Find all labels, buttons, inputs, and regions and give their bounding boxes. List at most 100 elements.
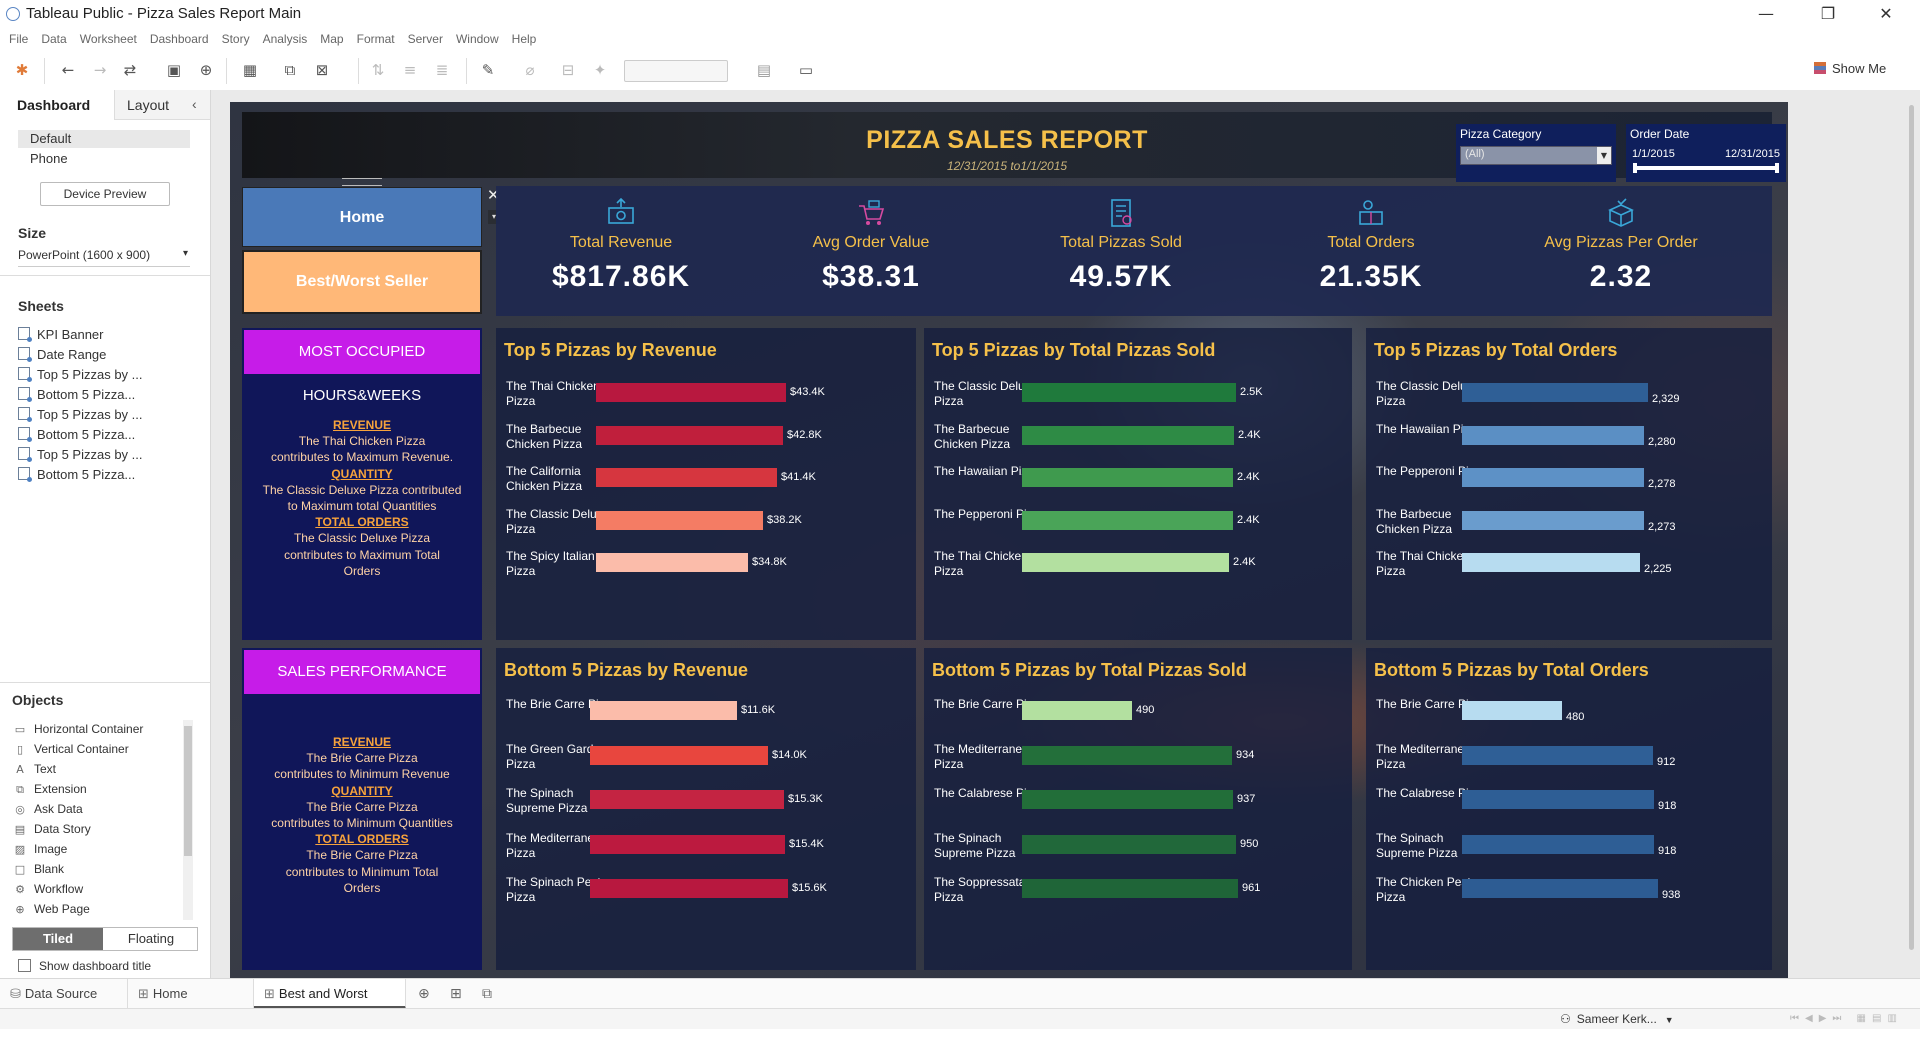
- bar[interactable]: [590, 834, 785, 854]
- date-range-slider[interactable]: [1633, 163, 1779, 173]
- bar-row[interactable]: The Pepperoni Pizza 2.4K: [924, 504, 1352, 540]
- scrollbar-thumb[interactable]: [184, 726, 192, 856]
- save-icon[interactable]: ▣: [164, 61, 184, 79]
- redo-icon[interactable]: →: [90, 61, 110, 79]
- bar-row[interactable]: The Barbecue Chicken Pizza 2,273: [1366, 504, 1772, 540]
- bar[interactable]: [1462, 745, 1653, 765]
- bar-row[interactable]: The California Chicken Pizza $41.4K: [496, 461, 916, 497]
- clear-sheet-icon[interactable]: ⊠: [312, 61, 332, 79]
- bar-row[interactable]: The Hawaiian Pizza 2.4K: [924, 461, 1352, 497]
- slider-handle-start[interactable]: [1633, 163, 1637, 173]
- bar[interactable]: [1462, 790, 1654, 809]
- bar-row[interactable]: The Calabrese Pizza 937: [924, 783, 1352, 819]
- tiled-button[interactable]: Tiled: [13, 928, 103, 950]
- bar[interactable]: [590, 701, 737, 720]
- bar-row[interactable]: The Classic Deluxe Pizza $38.2K: [496, 504, 916, 540]
- bar[interactable]: [1462, 383, 1648, 402]
- bar-row[interactable]: The Thai Chicken Pizza $43.4K: [496, 376, 916, 412]
- bar[interactable]: [1462, 425, 1644, 445]
- object-ask-data[interactable]: ◎ Ask Data: [14, 802, 83, 820]
- sheet-item[interactable]: Bottom 5 Pizza...: [18, 467, 135, 485]
- sheet-item[interactable]: Top 5 Pizzas by ...: [18, 407, 143, 425]
- bar-row[interactable]: The Calabrese Pizza 918: [1366, 783, 1772, 819]
- bar-row[interactable]: The Thai Chicken Pizza 2.4K: [924, 546, 1352, 582]
- bar[interactable]: [1022, 701, 1132, 720]
- bar[interactable]: [1462, 510, 1644, 530]
- bar[interactable]: [590, 790, 784, 809]
- bar-row[interactable]: The Spinach Supreme Pizza $15.3K: [496, 783, 916, 819]
- menu-data[interactable]: Data: [41, 32, 66, 46]
- menu-dashboard[interactable]: Dashboard: [150, 32, 209, 46]
- object-web-page[interactable]: ⊕ Web Page: [14, 902, 89, 920]
- user-menu[interactable]: ⚇ Sameer Kerk... ▼: [1560, 1012, 1674, 1026]
- menu-file[interactable]: File: [9, 32, 28, 46]
- sheet-item[interactable]: Top 5 Pizzas by ...: [18, 367, 143, 385]
- new-story-icon[interactable]: ⧉: [482, 986, 492, 1002]
- floating-button[interactable]: Floating: [105, 928, 197, 950]
- undo-icon[interactable]: ←: [58, 61, 78, 79]
- tab-home-dashboard[interactable]: ⊞Home Dashboard: [128, 979, 254, 1032]
- replace-data-icon[interactable]: ⇄: [120, 61, 140, 79]
- bar-row[interactable]: The Mediterranean Pizza $15.4K: [496, 828, 916, 864]
- bar[interactable]: [596, 383, 786, 402]
- bar[interactable]: [1022, 468, 1233, 487]
- menu-map[interactable]: Map: [320, 32, 343, 46]
- bar[interactable]: [1462, 701, 1562, 720]
- bar[interactable]: [1022, 790, 1233, 809]
- bar[interactable]: [596, 425, 783, 445]
- pin-icon[interactable]: ✦: [590, 61, 610, 79]
- best-worst-nav-button[interactable]: Best/Worst Seller: [242, 250, 482, 314]
- bar-row[interactable]: The Spinach Supreme Pizza 918: [1366, 828, 1772, 864]
- new-dashboard-icon[interactable]: ⊞: [450, 986, 462, 1002]
- slider-handle-end[interactable]: [1775, 163, 1779, 173]
- bottom5-pizzas-sold-chart[interactable]: Bottom 5 Pizzas by Total Pizzas Sold The …: [924, 648, 1352, 970]
- drag-handle[interactable]: [342, 178, 382, 186]
- menu-format[interactable]: Format: [357, 32, 395, 46]
- highlight-icon[interactable]: ✎: [478, 61, 498, 79]
- sheet-nav-icons[interactable]: ⏮◀▶⏭ ▦▤▥: [1790, 1013, 1903, 1024]
- scrollbar-thumb[interactable]: [1909, 105, 1914, 950]
- bar-row[interactable]: The Barbecue Chicken Pizza $42.8K: [496, 419, 916, 455]
- object-data-story[interactable]: ▤ Data Story: [14, 822, 91, 840]
- bar[interactable]: [1462, 834, 1654, 854]
- object-blank[interactable]: □ Blank: [14, 862, 64, 880]
- sheet-item[interactable]: Bottom 5 Pizza...: [18, 427, 135, 445]
- object-vertical-container[interactable]: ▯ Vertical Container: [14, 742, 129, 760]
- top5-revenue-chart[interactable]: Top 5 Pizzas by Revenue The Thai Chicken …: [496, 328, 916, 640]
- bar-row[interactable]: The Brie Carre Pizza $11.6K: [496, 694, 916, 730]
- minimize-button[interactable]: —: [1756, 4, 1776, 23]
- bar[interactable]: [1022, 834, 1236, 854]
- category-select[interactable]: (All) ▼: [1460, 146, 1612, 165]
- object-text[interactable]: A Text: [14, 762, 56, 780]
- sheet-item[interactable]: KPI Banner: [18, 327, 104, 345]
- new-worksheet-icon[interactable]: ⊕: [418, 986, 430, 1002]
- bar-row[interactable]: The Mediterranean Pizza 912: [1366, 739, 1772, 775]
- tab-dashboard[interactable]: Dashboard: [0, 90, 115, 120]
- tab-data-source[interactable]: ⛁ Data Source: [0, 979, 128, 1009]
- bar[interactable]: [1022, 510, 1233, 530]
- sort-asc-icon[interactable]: ≡: [400, 61, 420, 79]
- bar-row[interactable]: The Chicken Pesto Pizza 938: [1366, 872, 1772, 908]
- restore-button[interactable]: ❐: [1818, 4, 1838, 23]
- bar-row[interactable]: The Brie Carre Pizza 490: [924, 694, 1352, 730]
- bar[interactable]: [1022, 425, 1234, 445]
- sort-desc-icon[interactable]: ≣: [432, 61, 452, 79]
- duplicate-sheet-icon[interactable]: ⧉: [280, 61, 300, 79]
- show-cards-icon[interactable]: ▤: [754, 61, 774, 79]
- top5-pizzas-sold-chart[interactable]: Top 5 Pizzas by Total Pizzas Sold The Cla…: [924, 328, 1352, 640]
- sheet-item[interactable]: Date Range: [18, 347, 106, 365]
- object-workflow[interactable]: ⚙ Workflow: [14, 882, 83, 900]
- object-horizontal-container[interactable]: ▭ Horizontal Container: [14, 722, 144, 740]
- new-datasource-icon[interactable]: ⊕: [196, 61, 216, 79]
- labels-icon[interactable]: ⊟: [558, 61, 578, 79]
- bar-row[interactable]: The Soppressata Pizza 961: [924, 872, 1352, 908]
- tab-best-and-worst-seller[interactable]: ⊞Best and Worst Seller: [254, 979, 406, 1032]
- size-select[interactable]: PowerPoint (1600 x 900) ▾: [18, 248, 190, 267]
- menu-window[interactable]: Window: [456, 32, 499, 46]
- menu-story[interactable]: Story: [222, 32, 250, 46]
- fit-select[interactable]: [624, 60, 728, 82]
- bar-row[interactable]: The Barbecue Chicken Pizza 2.4K: [924, 419, 1352, 455]
- bar-row[interactable]: The Spinach Supreme Pizza 950: [924, 828, 1352, 864]
- canvas-scrollbar[interactable]: [1906, 105, 1918, 955]
- bar-row[interactable]: The Classic Deluxe Pizza 2,329: [1366, 376, 1772, 412]
